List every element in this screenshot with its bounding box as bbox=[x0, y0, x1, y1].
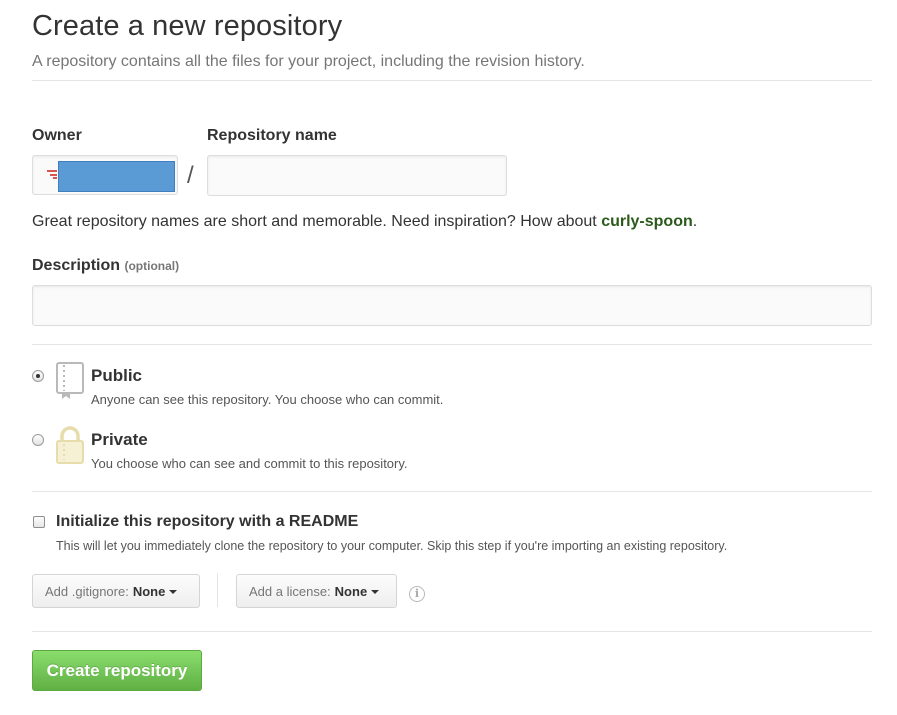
divider bbox=[32, 631, 872, 632]
license-label: Add a license: bbox=[249, 583, 331, 599]
owner-avatar-icon bbox=[47, 170, 57, 179]
divider bbox=[32, 491, 872, 492]
repo-name-label: Repository name bbox=[207, 127, 337, 144]
description-input[interactable] bbox=[32, 285, 872, 326]
private-radio[interactable] bbox=[32, 434, 44, 446]
optional-tag: (optional) bbox=[124, 259, 180, 273]
description-label: Description (optional) bbox=[32, 257, 179, 275]
repo-name-input[interactable] bbox=[207, 155, 507, 196]
select-separator bbox=[217, 573, 218, 607]
gitignore-value: None bbox=[132, 583, 166, 599]
readme-label[interactable]: Initialize this repository with a README bbox=[56, 513, 358, 531]
name-hint: Great repository names are short and mem… bbox=[32, 213, 697, 231]
gitignore-select[interactable]: Add .gitignore: None bbox=[32, 574, 200, 608]
divider bbox=[32, 80, 872, 81]
public-note: Anyone can see this repository. You choo… bbox=[91, 392, 444, 407]
license-value: None bbox=[334, 583, 368, 599]
description-label-text: Description bbox=[32, 257, 121, 274]
readme-checkbox[interactable] bbox=[33, 516, 45, 528]
private-title[interactable]: Private bbox=[91, 430, 148, 450]
public-title[interactable]: Public bbox=[91, 366, 142, 386]
info-icon[interactable]: i bbox=[409, 586, 425, 602]
owner-name-redacted bbox=[58, 161, 175, 192]
hint-end: . bbox=[692, 213, 698, 230]
suggested-name-link[interactable]: curly-spoon bbox=[601, 213, 693, 230]
owner-repo-separator: / bbox=[187, 162, 194, 189]
license-select[interactable]: Add a license: None bbox=[236, 574, 397, 608]
hint-text: Great repository names are short and mem… bbox=[32, 213, 602, 230]
gitignore-label: Add .gitignore: bbox=[45, 583, 129, 599]
divider bbox=[32, 344, 872, 345]
repo-book-icon bbox=[56, 362, 84, 399]
create-repository-button[interactable]: Create repository bbox=[32, 650, 202, 691]
caret-down-icon bbox=[169, 589, 178, 594]
public-radio[interactable] bbox=[32, 370, 44, 382]
page-subtitle: A repository contains all the files for … bbox=[32, 53, 585, 70]
caret-down-icon bbox=[371, 589, 380, 594]
readme-note: This will let you immediately clone the … bbox=[56, 539, 728, 553]
owner-label: Owner bbox=[32, 127, 82, 144]
page-title: Create a new repository bbox=[32, 10, 343, 42]
lock-icon bbox=[56, 426, 84, 464]
private-note: You choose who can see and commit to thi… bbox=[91, 456, 408, 471]
